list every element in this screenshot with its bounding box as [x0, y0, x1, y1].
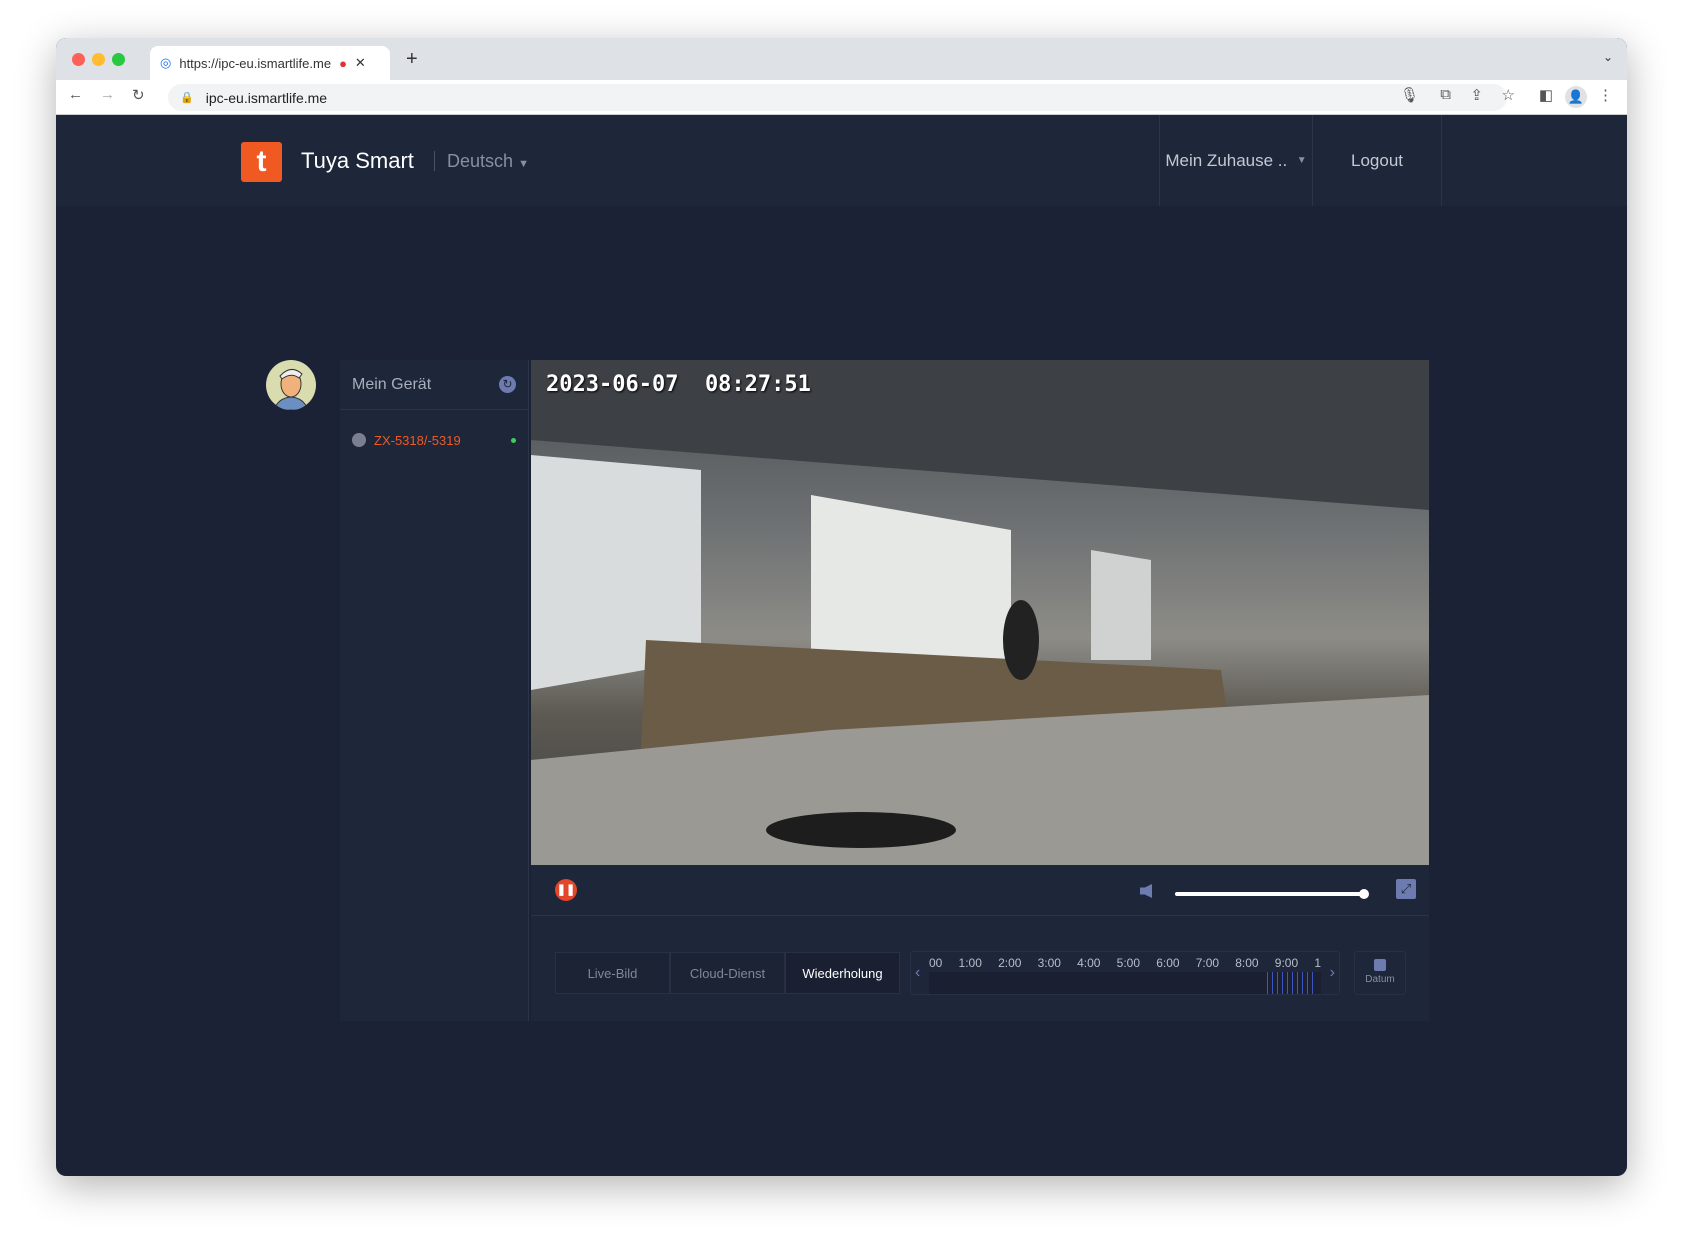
- close-window-button[interactable]: [72, 53, 85, 66]
- forward-icon[interactable]: →: [100, 86, 115, 103]
- logout-button[interactable]: Logout: [1312, 115, 1442, 206]
- browser-tab[interactable]: ◎ https://ipc-eu.ismartlife.me ● ✕: [150, 46, 390, 80]
- menu-icon[interactable]: ⋮: [1598, 86, 1613, 104]
- volume-icon[interactable]: [1140, 884, 1152, 898]
- recording-icon: ●: [339, 56, 347, 71]
- device-sidebar: Mein Gerät ↻ ZX-5318/-5319: [340, 360, 529, 1021]
- minimize-window-button[interactable]: [92, 53, 105, 66]
- timeline-hour-label: 9:00: [1275, 956, 1298, 970]
- browser-window: ◎ https://ipc-eu.ismartlife.me ● ✕ + ⌄ ←…: [56, 38, 1627, 1176]
- tab-list-chevron-icon[interactable]: ⌄: [1603, 50, 1613, 64]
- timeline-hour-label: 8:00: [1235, 956, 1258, 970]
- player-controls: ❚❚ ⤢ Live-Bild Cloud-Dienst Wiederholung…: [531, 865, 1429, 1021]
- volume-slider[interactable]: [1175, 892, 1365, 896]
- site-icon: ◎: [160, 55, 171, 71]
- home-label: Mein Zuhause ..: [1165, 151, 1287, 171]
- camera-feed: [531, 360, 1429, 865]
- side-panel-icon[interactable]: ◧: [1539, 86, 1553, 104]
- tab-live-bild[interactable]: Live-Bild: [555, 952, 670, 994]
- tab-label: Live-Bild: [588, 966, 638, 981]
- brand-name: Tuya Smart: [301, 148, 414, 174]
- timeline-hour-label: 1: [1314, 956, 1321, 970]
- tab-title: https://ipc-eu.ismartlife.me: [179, 56, 331, 71]
- reload-icon[interactable]: ↻: [132, 86, 145, 104]
- tab-wiederholung[interactable]: Wiederholung: [785, 952, 900, 994]
- calendar-icon: [1374, 959, 1386, 971]
- video-timestamp: 2023-06-07 08:27:51: [546, 372, 811, 397]
- address-bar[interactable]: 🔒 ipc-eu.ismartlife.me: [168, 84, 1507, 111]
- microphone-icon[interactable]: 🎙: [1400, 86, 1419, 104]
- timeline-hour-label: 2:00: [998, 956, 1021, 970]
- timeline-hour-label: 5:00: [1117, 956, 1140, 970]
- refresh-icon[interactable]: ↻: [499, 376, 516, 393]
- new-tab-button[interactable]: +: [406, 48, 418, 71]
- language-select[interactable]: Deutsch ▼: [434, 151, 529, 171]
- divider: [531, 915, 1429, 916]
- app-header: t Tuya Smart Deutsch ▼ Mein Zuhause .. ▼…: [56, 115, 1627, 206]
- camera-icon: [352, 433, 366, 447]
- volume-slider-handle[interactable]: [1359, 889, 1369, 899]
- url-text: ipc-eu.ismartlife.me: [206, 90, 327, 106]
- tab-cloud-dienst[interactable]: Cloud-Dienst: [670, 952, 785, 994]
- browser-toolbar: ← → ↻ 🔒 ipc-eu.ismartlife.me 🎙 ⧉ ⇪ ☆ ◧ 👤…: [56, 80, 1627, 115]
- online-status-dot: [511, 438, 516, 443]
- tab-label: Wiederholung: [802, 966, 882, 981]
- device-name: ZX-5318/-5319: [374, 433, 503, 448]
- recording-segments: [1267, 972, 1317, 994]
- caret-down-icon: ▼: [518, 158, 529, 170]
- lock-icon: 🔒: [180, 91, 194, 104]
- avatar[interactable]: [266, 360, 316, 410]
- tuya-logo[interactable]: t: [241, 142, 282, 182]
- timeline-hour-label: 00: [929, 956, 942, 970]
- language-label: Deutsch: [447, 151, 513, 171]
- timeline-hour-label: 7:00: [1196, 956, 1219, 970]
- timeline-hour-label: 4:00: [1077, 956, 1100, 970]
- date-label: Datum: [1365, 974, 1394, 985]
- profile-icon[interactable]: 👤: [1565, 86, 1587, 108]
- device-item[interactable]: ZX-5318/-5319: [340, 410, 528, 470]
- timeline-hour-label: 6:00: [1156, 956, 1179, 970]
- close-tab-icon[interactable]: ✕: [355, 55, 366, 71]
- timeline[interactable]: ‹ › 00 1:00 2:00 3:00 4:00 5:00 6:00 7:00 8:00 9:…: [910, 951, 1340, 995]
- timeline-prev-icon[interactable]: ‹: [915, 964, 920, 982]
- fullscreen-icon[interactable]: ⤢: [1396, 879, 1416, 899]
- tab-label: Cloud-Dienst: [690, 966, 765, 981]
- pause-button[interactable]: ❚❚: [555, 879, 577, 901]
- timeline-track[interactable]: [929, 972, 1321, 994]
- date-button[interactable]: Datum: [1354, 951, 1406, 995]
- home-select[interactable]: Mein Zuhause .. ▼: [1159, 115, 1312, 206]
- tab-bar: ◎ https://ipc-eu.ismartlife.me ● ✕ + ⌄: [56, 38, 1627, 80]
- back-icon[interactable]: ←: [68, 86, 83, 103]
- share-icon[interactable]: ⇪: [1470, 86, 1483, 104]
- sidebar-title: Mein Gerät: [352, 376, 431, 394]
- logout-label: Logout: [1351, 151, 1403, 171]
- video-player[interactable]: 2023-06-07 08:27:51: [531, 360, 1429, 865]
- bookmark-star-icon[interactable]: ☆: [1502, 86, 1515, 104]
- caret-down-icon: ▼: [1297, 155, 1307, 166]
- timeline-hour-label: 1:00: [959, 956, 982, 970]
- timeline-hour-label: 3:00: [1038, 956, 1061, 970]
- translate-icon[interactable]: ⧉: [1440, 86, 1451, 103]
- timeline-next-icon[interactable]: ›: [1330, 964, 1335, 982]
- maximize-window-button[interactable]: [112, 53, 125, 66]
- timeline-hours: 00 1:00 2:00 3:00 4:00 5:00 6:00 7:00 8:00 9:00 1: [929, 956, 1321, 970]
